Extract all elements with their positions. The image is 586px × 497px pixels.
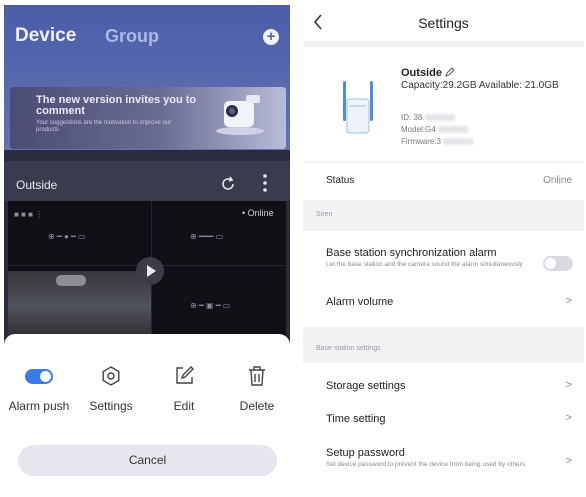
device-firmware: Firmware:3 — [401, 137, 474, 146]
camera-name: Outside — [16, 178, 58, 192]
preview-controls: ⊕ ━ ● ━ ▭ — [48, 232, 86, 241]
plus-icon: + — [266, 28, 276, 45]
gear-icon — [102, 366, 120, 386]
device-capacity: Capacity:29.2GB Available: 21.0GB — [401, 80, 559, 91]
delete-action[interactable]: Delete — [222, 364, 290, 413]
chevron-right-icon: > — [565, 295, 572, 307]
edit-icon — [176, 366, 194, 384]
camera-row[interactable]: Outside — [4, 161, 290, 201]
status-value: Online — [543, 175, 572, 186]
play-icon[interactable] — [136, 257, 164, 285]
car — [56, 275, 86, 286]
status-label: Status — [326, 175, 355, 186]
storage-settings-row[interactable]: Storage settings — [326, 380, 406, 392]
sync-alarm-label: Base station synchronization alarm — [326, 247, 497, 259]
alarm-push-label: Alarm push — [8, 399, 70, 413]
promo-banner[interactable]: The new version invites you to comment Y… — [10, 87, 286, 149]
edit-label: Edit — [173, 399, 195, 413]
banner-subtitle: Your suggestions are the motivation to i… — [36, 120, 172, 133]
device-list-screen: Device Group + The new version invites y… — [4, 5, 290, 492]
alarm-push-action[interactable]: Alarm push — [4, 364, 74, 413]
chevron-right-icon: > — [565, 379, 572, 391]
device-model: Model:G4 — [401, 125, 468, 134]
setup-password-row[interactable]: Setup password — [326, 447, 405, 459]
device-name: Outside — [401, 67, 442, 79]
device-info-card: Outside Capacity:29.2GB Available: 21.0G… — [303, 47, 584, 161]
refresh-icon[interactable] — [219, 175, 237, 193]
online-status: • Online — [242, 208, 274, 218]
chevron-right-icon: > — [565, 455, 572, 467]
add-device-button[interactable]: + — [263, 29, 279, 45]
camera-illustration-icon — [216, 95, 264, 135]
setup-password-description: Set device password to prevent the devic… — [326, 461, 526, 468]
page-title: Settings — [418, 15, 469, 31]
section-base-station: Base station settings — [316, 345, 381, 352]
action-sheet: Alarm push Settings Edit Delete Cancel — [4, 334, 290, 492]
cancel-button[interactable]: Cancel — [18, 445, 277, 476]
device-id: ID: 38 — [401, 113, 455, 122]
base-station-card: Storage settings > Time setting > Setup … — [303, 363, 584, 494]
top-bar: Settings — [303, 3, 584, 41]
section-siren: Siren — [316, 211, 333, 218]
alarm-volume-row[interactable]: Alarm volume — [326, 296, 393, 308]
pencil-icon[interactable] — [445, 67, 455, 77]
tab-group[interactable]: Group — [105, 26, 159, 47]
toggle-on-icon[interactable] — [25, 368, 53, 384]
delete-label: Delete — [239, 399, 275, 413]
sync-alarm-description: Let the base station and the camera soun… — [326, 261, 523, 268]
preview-controls: ⊕ ━━━ ▭ — [190, 232, 224, 241]
tab-device[interactable]: Device — [15, 25, 76, 47]
street-view — [8, 271, 151, 336]
edit-action[interactable]: Edit — [149, 364, 219, 413]
preview-controls: ■ ■ ■ ⋮ — [14, 210, 44, 219]
sync-alarm-toggle[interactable] — [543, 256, 573, 271]
live-preview[interactable]: ■ ■ ■ ⋮ • Online ⊕ ━ ● ━ ▭ ⊕ ━━━ ▭ ⊕ ━ ▣… — [8, 201, 286, 336]
preview-controls: ⊕ ━ ▣ ━ ▭ — [190, 301, 231, 310]
base-station-icon — [343, 81, 373, 134]
status-row: Status Online — [303, 163, 584, 200]
time-setting-row[interactable]: Time setting — [326, 413, 386, 425]
settings-screen: Settings Outside Capacity:29.2GB Availab… — [303, 3, 584, 494]
settings-action[interactable]: Settings — [76, 364, 146, 413]
more-vertical-icon[interactable] — [262, 173, 268, 193]
banner-title: The new version invites you to comment — [36, 94, 197, 117]
siren-card: Base station synchronization alarm Let t… — [303, 231, 584, 327]
chevron-right-icon: > — [565, 412, 572, 424]
trash-icon — [249, 366, 265, 386]
settings-label: Settings — [89, 399, 133, 413]
